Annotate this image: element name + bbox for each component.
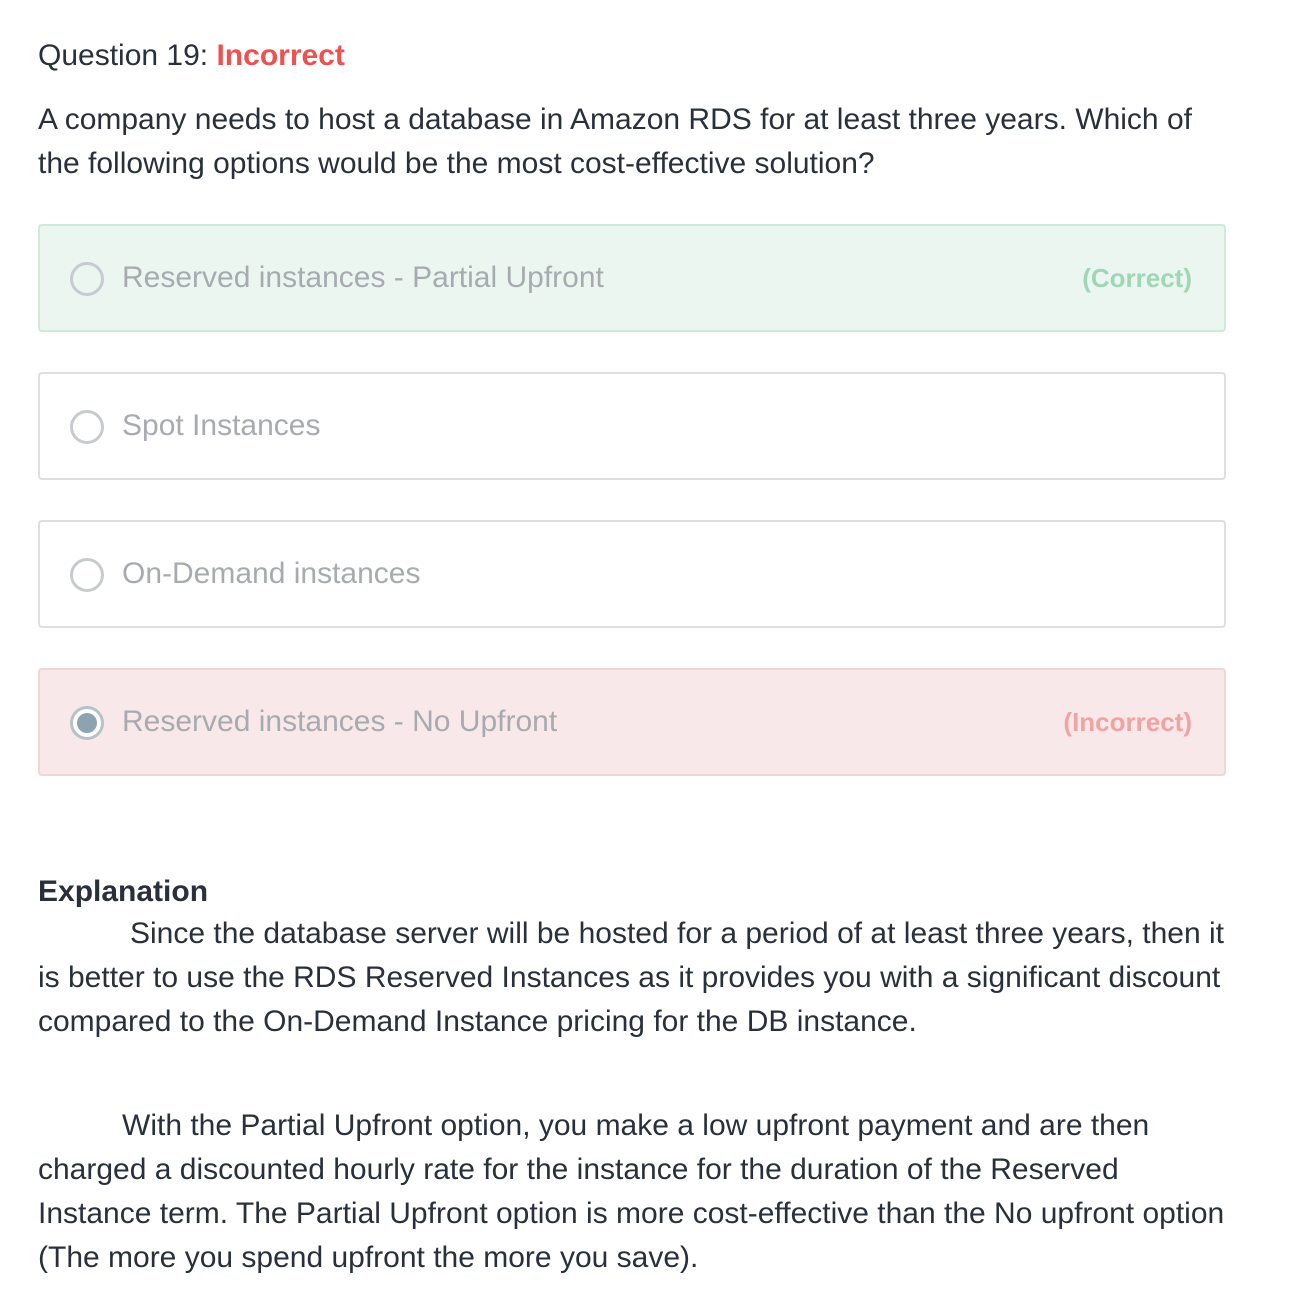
option-on-demand-instances[interactable]: On-Demand instances: [38, 520, 1226, 628]
incorrect-badge: (Incorrect): [1063, 707, 1192, 737]
explanation-title: Explanation: [38, 875, 209, 908]
radio-button-icon[interactable]: [70, 558, 104, 592]
explanation-paragraph: With the Partial Upfront option, you mak…: [38, 1109, 1225, 1274]
option-label: Reserved instances - No Upfront: [122, 705, 558, 738]
option-spot-instances[interactable]: Spot Instances: [38, 372, 1226, 480]
radio-button-selected-icon[interactable]: [70, 706, 104, 740]
question-number: Question 19:: [38, 39, 209, 72]
radio-button-icon[interactable]: [70, 262, 104, 296]
correct-badge: (Correct): [1082, 263, 1192, 293]
option-selected-incorrect[interactable]: Reserved instances - No Upfront (Incorre…: [38, 668, 1226, 776]
explanation-paragraph: Since the database server will be hosted…: [38, 917, 1224, 1038]
question-text: A company needs to host a database in Am…: [38, 103, 1192, 180]
question-status: Incorrect: [216, 39, 345, 72]
option-label: Reserved instances - Partial Upfront: [122, 261, 604, 294]
option-label: Spot Instances: [122, 409, 321, 442]
radio-button-icon[interactable]: [70, 410, 104, 444]
option-label: On-Demand instances: [122, 557, 421, 590]
question-header: Question 19: Incorrect: [38, 36, 345, 76]
option-correct-answer[interactable]: Reserved instances - Partial Upfront (Co…: [38, 224, 1226, 332]
